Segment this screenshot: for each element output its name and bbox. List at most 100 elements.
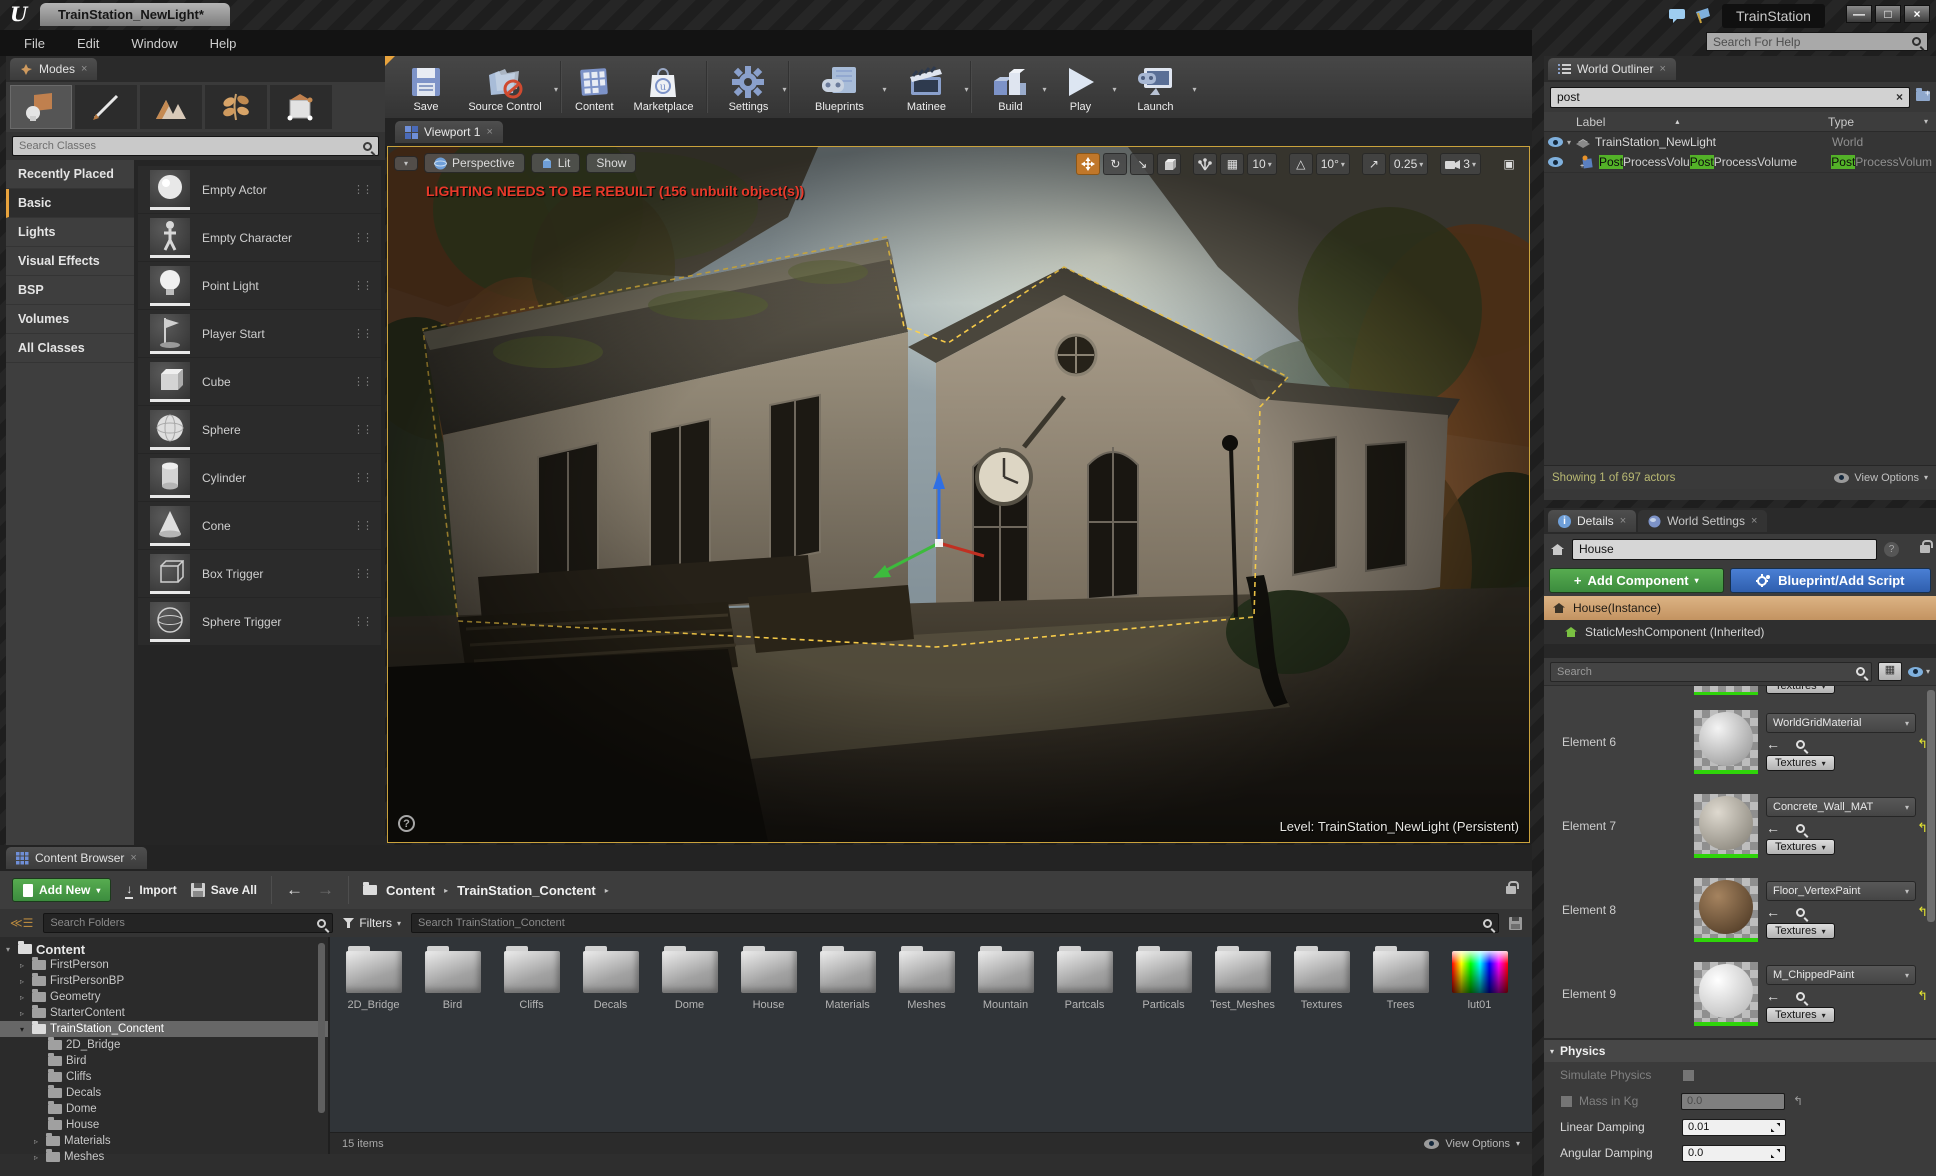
material-thumbnail[interactable] — [1694, 710, 1758, 774]
place-item-cylinder[interactable]: Cylinder ⋮⋮ — [138, 454, 381, 501]
mass-override-checkbox[interactable] — [1560, 1094, 1573, 1108]
save-all-button[interactable]: Save All — [190, 883, 257, 897]
tree-item-decals[interactable]: Decals — [0, 1085, 328, 1101]
drag-grip-icon[interactable]: ⋮⋮ — [353, 375, 373, 388]
breadcrumb-content[interactable]: Content — [386, 883, 435, 898]
build-button[interactable]: Build ▾ — [975, 58, 1046, 116]
translate-tool-button[interactable] — [1076, 153, 1101, 175]
asset-folder[interactable]: Dome — [650, 941, 729, 1011]
close-icon[interactable]: × — [1751, 515, 1757, 527]
tab-world-outliner[interactable]: World Outliner × — [1548, 58, 1676, 80]
material-thumbnail[interactable] — [1694, 962, 1758, 1026]
camera-speed-button[interactable]: 3 ▾ — [1440, 153, 1481, 175]
drag-grip-icon[interactable]: ⋮⋮ — [353, 423, 373, 436]
maximize-viewport-button[interactable]: ▣ — [1497, 153, 1521, 175]
tab-viewport-1[interactable]: Viewport 1 × — [395, 121, 503, 143]
feedback-icon[interactable] — [1668, 8, 1686, 27]
chevron-down-icon[interactable]: ▾ — [964, 85, 968, 94]
chevron-down-icon[interactable]: ▾ — [1192, 85, 1196, 94]
community-icon[interactable] — [1694, 7, 1712, 27]
tab-modes[interactable]: Modes × — [10, 58, 98, 80]
lit-button[interactable]: Lit — [530, 153, 581, 173]
sources-panel-toggle-icon[interactable]: ≪☰ — [10, 916, 33, 930]
tree-item-dome[interactable]: Dome — [0, 1101, 328, 1117]
close-icon[interactable]: × — [1620, 515, 1626, 527]
tab-content-browser[interactable]: Content Browser × — [6, 847, 147, 869]
minimize-button[interactable]: — — [1846, 5, 1872, 23]
actor-name-field[interactable] — [1572, 538, 1877, 560]
asset-folder[interactable]: Materials — [808, 941, 887, 1011]
use-selected-icon[interactable]: ← — [1766, 820, 1780, 836]
browse-icon[interactable] — [1796, 739, 1805, 749]
place-item-empty-character[interactable]: Empty Character ⋮⋮ — [138, 214, 381, 261]
asset-folder[interactable]: Partcals — [1045, 941, 1124, 1011]
expanded-arrow-icon[interactable]: ▾ — [1567, 138, 1571, 147]
mode-geometry-button[interactable] — [270, 85, 332, 129]
component-house-instance[interactable]: House(Instance) — [1544, 596, 1936, 620]
tree-item-content[interactable]: ▾ Content — [0, 941, 328, 957]
filters-button[interactable]: Filters ▾ — [343, 916, 401, 930]
expanded-arrow-icon[interactable]: ▾ — [20, 1025, 28, 1034]
scale-snap-value[interactable]: 0.25 ▾ — [1388, 153, 1429, 175]
grid-snap-value[interactable]: 10 ▾ — [1247, 153, 1277, 175]
grid-snap-toggle[interactable]: ▦ — [1220, 153, 1245, 175]
mode-place-button[interactable] — [10, 85, 72, 129]
component-staticmesh[interactable]: StaticMeshComponent (Inherited) — [1544, 620, 1936, 644]
category-basic[interactable]: Basic — [6, 189, 134, 218]
tab-details[interactable]: i Details × — [1548, 510, 1637, 532]
settings-button[interactable]: Settings ▾ — [711, 58, 786, 116]
tree-scrollbar[interactable] — [318, 943, 325, 1113]
drag-grip-icon[interactable]: ⋮⋮ — [353, 471, 373, 484]
column-label[interactable]: Label — [1552, 115, 1605, 129]
rotate-tool-button[interactable]: ↻ — [1103, 153, 1128, 175]
blueprint-add-script-button[interactable]: Blueprint/Add Script — [1729, 567, 1931, 593]
tree-item-house[interactable]: House — [0, 1117, 328, 1133]
sort-ascending-icon[interactable]: ▴ — [1675, 117, 1679, 126]
document-tab[interactable]: TrainStation_NewLight* — [40, 3, 230, 26]
tree-item-materials[interactable]: ▹ Materials — [0, 1133, 328, 1149]
category-visual-effects[interactable]: Visual Effects — [6, 247, 134, 276]
mode-paint-button[interactable] — [75, 85, 137, 129]
help-search[interactable]: Search For Help — [1706, 32, 1928, 51]
place-item-empty-actor[interactable]: Empty Actor ⋮⋮ — [138, 166, 381, 213]
menu-file[interactable]: File — [8, 31, 61, 56]
display-filter-button[interactable]: ▾ — [1907, 666, 1930, 677]
chevron-down-icon[interactable]: ▾ — [554, 85, 558, 94]
tree-item-firstpersonbp[interactable]: ▹ FirstPersonBP — [0, 973, 328, 989]
category-volumes[interactable]: Volumes — [6, 305, 134, 334]
asset-folder[interactable]: Mountain — [966, 941, 1045, 1011]
lock-icon[interactable] — [1920, 540, 1933, 553]
place-item-cube[interactable]: Cube ⋮⋮ — [138, 358, 381, 405]
outliner-search-input[interactable]: post × — [1550, 86, 1910, 108]
textures-button[interactable]: Textures ▾ — [1766, 686, 1835, 694]
browse-icon[interactable] — [1796, 823, 1805, 833]
textures-button[interactable]: Textures ▾ — [1766, 923, 1835, 939]
category-recently-placed[interactable]: Recently Placed — [6, 160, 134, 189]
add-component-button[interactable]: + Add Component ▾ — [1549, 567, 1724, 593]
chevron-down-icon[interactable]: ▾ — [782, 85, 786, 94]
viewport-help-button[interactable]: ? — [398, 815, 415, 832]
add-new-button[interactable]: Add New ▾ — [12, 878, 112, 902]
source-control-button[interactable]: Source Control ▾ — [453, 58, 558, 116]
visibility-eye-icon[interactable] — [1548, 137, 1563, 147]
details-scrollbar[interactable] — [1927, 690, 1935, 922]
show-button[interactable]: Show — [586, 153, 637, 173]
simulate-physics-checkbox[interactable] — [1682, 1068, 1695, 1082]
menu-help[interactable]: Help — [194, 31, 253, 56]
drag-grip-icon[interactable]: ⋮⋮ — [353, 567, 373, 580]
use-selected-icon[interactable]: ← — [1766, 736, 1780, 752]
matinee-button[interactable]: Matinee ▾ — [885, 58, 968, 116]
tree-item-firstperson[interactable]: ▹ FirstPerson — [0, 957, 328, 973]
drag-grip-icon[interactable]: ⋮⋮ — [353, 615, 373, 628]
menu-window[interactable]: Window — [115, 31, 193, 56]
outliner-view-options-button[interactable]: View Options ▾ — [1834, 472, 1928, 484]
details-search-input[interactable]: Search — [1550, 661, 1872, 682]
tree-item-startercontent[interactable]: ▹ StarterContent — [0, 1005, 328, 1021]
drag-grip-icon[interactable]: ⋮⋮ — [353, 279, 373, 292]
reset-icon[interactable]: ↰ — [1917, 988, 1928, 1004]
close-icon[interactable]: × — [1659, 63, 1665, 75]
search-folders-input[interactable]: Search Folders — [43, 913, 334, 933]
chevron-right-icon[interactable]: ▸ — [605, 886, 609, 895]
save-button[interactable]: Save — [399, 58, 453, 116]
place-item-sphere-trigger[interactable]: Sphere Trigger ⋮⋮ — [138, 598, 381, 645]
